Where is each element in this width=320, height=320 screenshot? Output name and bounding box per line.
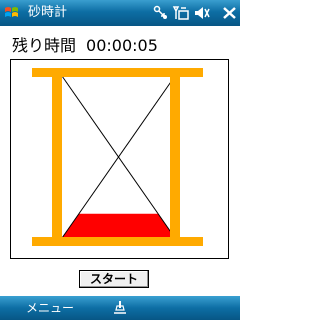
windows-flag-icon xyxy=(5,7,18,17)
elapsed-row: 残り時間 00:00:05 xyxy=(12,36,158,56)
softkey-bar: メニュー xyxy=(0,296,240,320)
sand-fill xyxy=(62,213,175,238)
window-title: 砂時計 xyxy=(28,5,68,20)
volume-icon[interactable] xyxy=(193,4,211,22)
hourglass-panel xyxy=(10,59,229,259)
keyboard-button[interactable] xyxy=(110,298,130,318)
hourglass-top-bar xyxy=(32,68,203,77)
hourglass-bottom-bar xyxy=(32,237,203,246)
close-icon xyxy=(223,7,236,19)
start-menu-button[interactable] xyxy=(2,3,22,23)
elapsed-label: 残り時間 xyxy=(12,36,77,55)
device-screen: 砂時計 残り時間 00:00:05 スタート メニュー xyxy=(0,0,240,320)
menu-softkey[interactable]: メニュー xyxy=(26,299,74,317)
elapsed-time: 00:00:05 xyxy=(86,36,158,55)
connectivity-icon[interactable] xyxy=(152,4,170,22)
hourglass-left-post xyxy=(52,77,62,237)
hourglass-graphic xyxy=(32,68,203,246)
title-bar: 砂時計 xyxy=(0,0,240,26)
hourglass-right-post xyxy=(170,77,180,237)
close-button[interactable] xyxy=(220,3,239,23)
keyboard-icon xyxy=(114,301,126,314)
start-timer-button[interactable]: スタート xyxy=(79,270,149,288)
signal-icon[interactable] xyxy=(172,4,190,22)
